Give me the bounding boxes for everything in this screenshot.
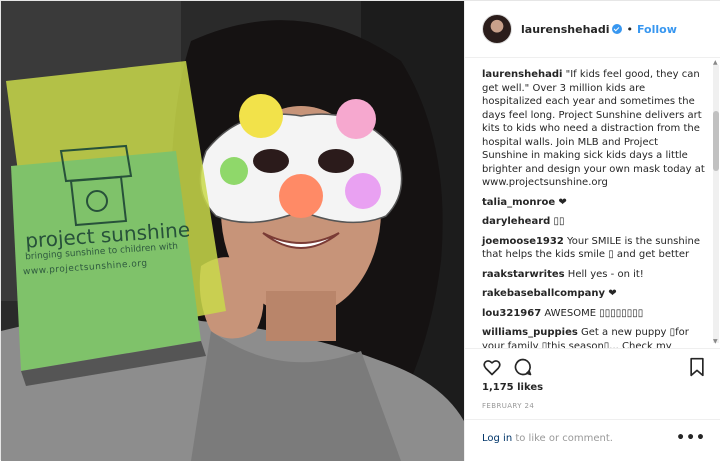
login-prompt: Log in to like or comment.: [482, 433, 613, 444]
caption-username[interactable]: laurenshehadi: [482, 69, 562, 80]
likes-count[interactable]: 1,175 likes: [482, 382, 543, 393]
comment-text: AWESOME ▯▯▯▯▯▯▯▯: [544, 307, 644, 319]
comments-scrollbar[interactable]: [713, 65, 719, 343]
scroll-down-arrow-icon[interactable]: ▼: [713, 338, 719, 345]
login-rest-text: to like or comment.: [512, 433, 613, 444]
comment-username[interactable]: raakstarwrites: [482, 269, 565, 280]
scrollbar-thumb[interactable]: [713, 111, 719, 171]
follow-button[interactable]: Follow: [637, 23, 677, 36]
comment-username[interactable]: rakebaseballcompany: [482, 288, 605, 299]
post-caption: laurenshehadi "If kids feel good, they c…: [482, 68, 706, 190]
post-photo[interactable]: project sunshine bringing sunshine to ch…: [1, 1, 464, 461]
comment-item: rakebaseballcompany ❤: [482, 287, 706, 301]
comment-username[interactable]: daryleheard: [482, 216, 550, 227]
separator-dot: •: [626, 22, 633, 36]
comment-username[interactable]: williams_puppies: [482, 327, 578, 338]
post-date: FEBRUARY 24: [482, 402, 535, 410]
comment-bubble-icon[interactable]: [513, 357, 533, 377]
comment-username[interactable]: joemoose1932: [482, 236, 564, 247]
comment-item: williams_puppies Get a new puppy ▯for yo…: [482, 326, 706, 348]
verified-badge-icon: [612, 24, 623, 34]
comment-item: talia_monroe ❤: [482, 196, 706, 210]
comments-list[interactable]: laurenshehadi "If kids feel good, they c…: [465, 58, 720, 348]
instagram-post: project sunshine bringing sunshine to ch…: [0, 0, 720, 461]
heart-icon[interactable]: [482, 357, 502, 377]
comment-text: Hell yes - on it!: [567, 268, 644, 280]
login-link[interactable]: Log in: [482, 433, 512, 444]
comment-text: ❤: [608, 288, 617, 299]
post-actions-bar: [465, 348, 720, 382]
comment-item: joemoose1932 Your SMILE is the sunshine …: [482, 235, 706, 262]
post-header: laurenshehadi • Follow: [465, 1, 720, 58]
comment-username[interactable]: lou321967: [482, 308, 541, 319]
comment-item: daryleheard ▯▯: [482, 215, 706, 229]
caption-text: "If kids feel good, they can get well." …: [482, 69, 705, 188]
comment-text: ▯▯: [553, 216, 565, 227]
avatar[interactable]: [482, 14, 512, 44]
comment-username[interactable]: talia_monroe: [482, 197, 555, 208]
comment-item: raakstarwrites Hell yes - on it!: [482, 268, 706, 282]
bookmark-icon[interactable]: [687, 357, 707, 377]
post-footer: Log in to like or comment. •••: [465, 419, 720, 461]
more-options-button[interactable]: •••: [676, 430, 706, 446]
header-username[interactable]: laurenshehadi: [521, 23, 609, 36]
post-side-panel: laurenshehadi • Follow laurenshehadi "If…: [464, 1, 720, 461]
comment-text: ❤: [558, 196, 567, 208]
comment-item: lou321967 AWESOME ▯▯▯▯▯▯▯▯: [482, 307, 706, 321]
